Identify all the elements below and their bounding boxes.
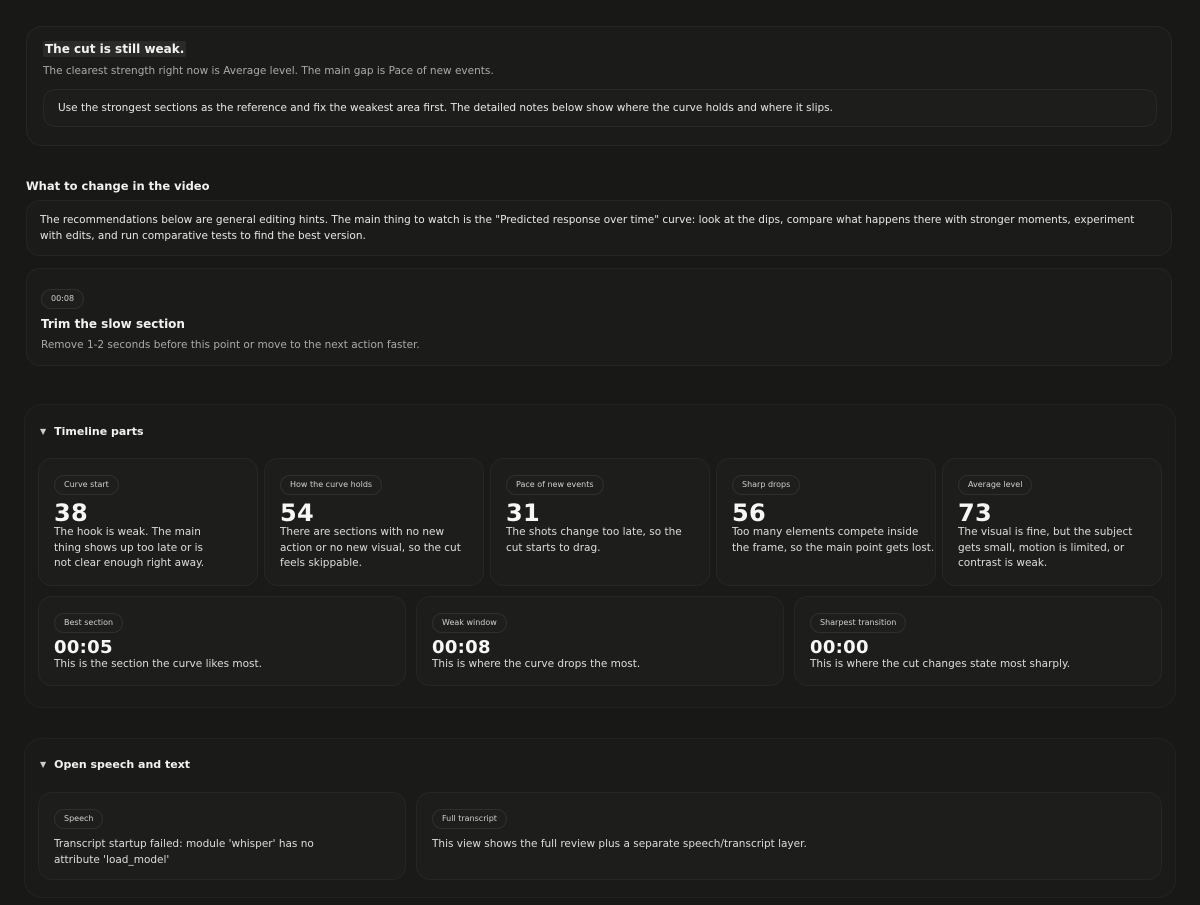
metric-value: 73 — [958, 499, 992, 527]
moment-label: Sharpest transition — [810, 613, 907, 633]
metric-label: How the curve holds — [280, 475, 383, 495]
triangle-down-icon: ▼ — [40, 760, 47, 769]
summary-note: Use the strongest sections as the refere… — [43, 89, 1157, 127]
moment-label: Best section — [54, 613, 124, 633]
metric-description: The hook is weak. The main thing shows u… — [54, 526, 205, 569]
moment-time: 00:05 — [54, 637, 113, 658]
moment-card-best-section: Best section 00:05 This is the section t… — [38, 596, 406, 686]
speech-label: Speech — [54, 809, 104, 829]
recommendation-card: 00:08 Trim the slow section Remove 1-2 s… — [26, 268, 1172, 366]
summary-subtitle: The clearest strength right now is Avera… — [43, 65, 494, 77]
speech-text: Transcript startup failed: module 'whisp… — [54, 838, 314, 866]
metric-description: The visual is fine, but the subject gets… — [958, 526, 1133, 569]
moment-description: This is the section the curve likes most… — [54, 658, 262, 670]
metric-description: There are sections with no new action or… — [280, 526, 461, 569]
timestamp-badge[interactable]: 00:08 — [41, 289, 85, 309]
metric-label: Curve start — [54, 475, 119, 495]
metric-value: 54 — [280, 499, 314, 527]
moment-description: This is where the cut changes state most… — [810, 658, 1071, 670]
metric-label: Average level — [958, 475, 1033, 495]
speech-toggle[interactable]: ▼ Open speech and text — [40, 758, 190, 771]
speech-card: Speech Transcript startup failed: module… — [38, 792, 406, 880]
metric-description: Too many elements compete inside the fra… — [732, 526, 935, 554]
timeline-heading: Timeline parts — [54, 425, 144, 438]
metric-label: Pace of new events — [506, 475, 604, 495]
summary-card: The cut is still weak. The clearest stre… — [26, 26, 1172, 146]
summary-title: The cut is still weak. — [43, 41, 187, 57]
metric-card-pace: Pace of new events 31 The shots change t… — [490, 458, 710, 586]
recommendation-description: Remove 1-2 seconds before this point or … — [41, 339, 420, 351]
speech-heading: Open speech and text — [54, 758, 191, 771]
timeline-toggle[interactable]: ▼ Timeline parts — [40, 425, 144, 438]
metric-value: 31 — [506, 499, 540, 527]
recommendation-title: Trim the slow section — [41, 317, 185, 331]
metric-value: 38 — [54, 499, 88, 527]
metric-card-curve-start: Curve start 38 The hook is weak. The mai… — [38, 458, 258, 586]
metric-value: 56 — [732, 499, 766, 527]
recommendations-heading: What to change in the video — [26, 179, 210, 193]
moment-time: 00:08 — [432, 637, 491, 658]
recommendations-intro: The recommendations below are general ed… — [26, 200, 1172, 256]
transcript-text: This view shows the full review plus a s… — [432, 838, 807, 850]
metric-description: The shots change too late, so the cut st… — [506, 526, 682, 554]
metric-label: Sharp drops — [732, 475, 801, 495]
moment-time: 00:00 — [810, 637, 869, 658]
triangle-down-icon: ▼ — [40, 427, 47, 436]
moment-card-weak-window: Weak window 00:08 This is where the curv… — [416, 596, 784, 686]
moment-label: Weak window — [432, 613, 507, 633]
transcript-card: Full transcript This view shows the full… — [416, 792, 1162, 880]
metric-card-curve-holds: How the curve holds 54 There are section… — [264, 458, 484, 586]
metric-card-average-level: Average level 73 The visual is fine, but… — [942, 458, 1162, 586]
metric-card-sharp-drops: Sharp drops 56 Too many elements compete… — [716, 458, 936, 586]
moment-card-sharpest-transition: Sharpest transition 00:00 This is where … — [794, 596, 1162, 686]
transcript-label: Full transcript — [432, 809, 507, 829]
moment-description: This is where the curve drops the most. — [432, 658, 641, 670]
